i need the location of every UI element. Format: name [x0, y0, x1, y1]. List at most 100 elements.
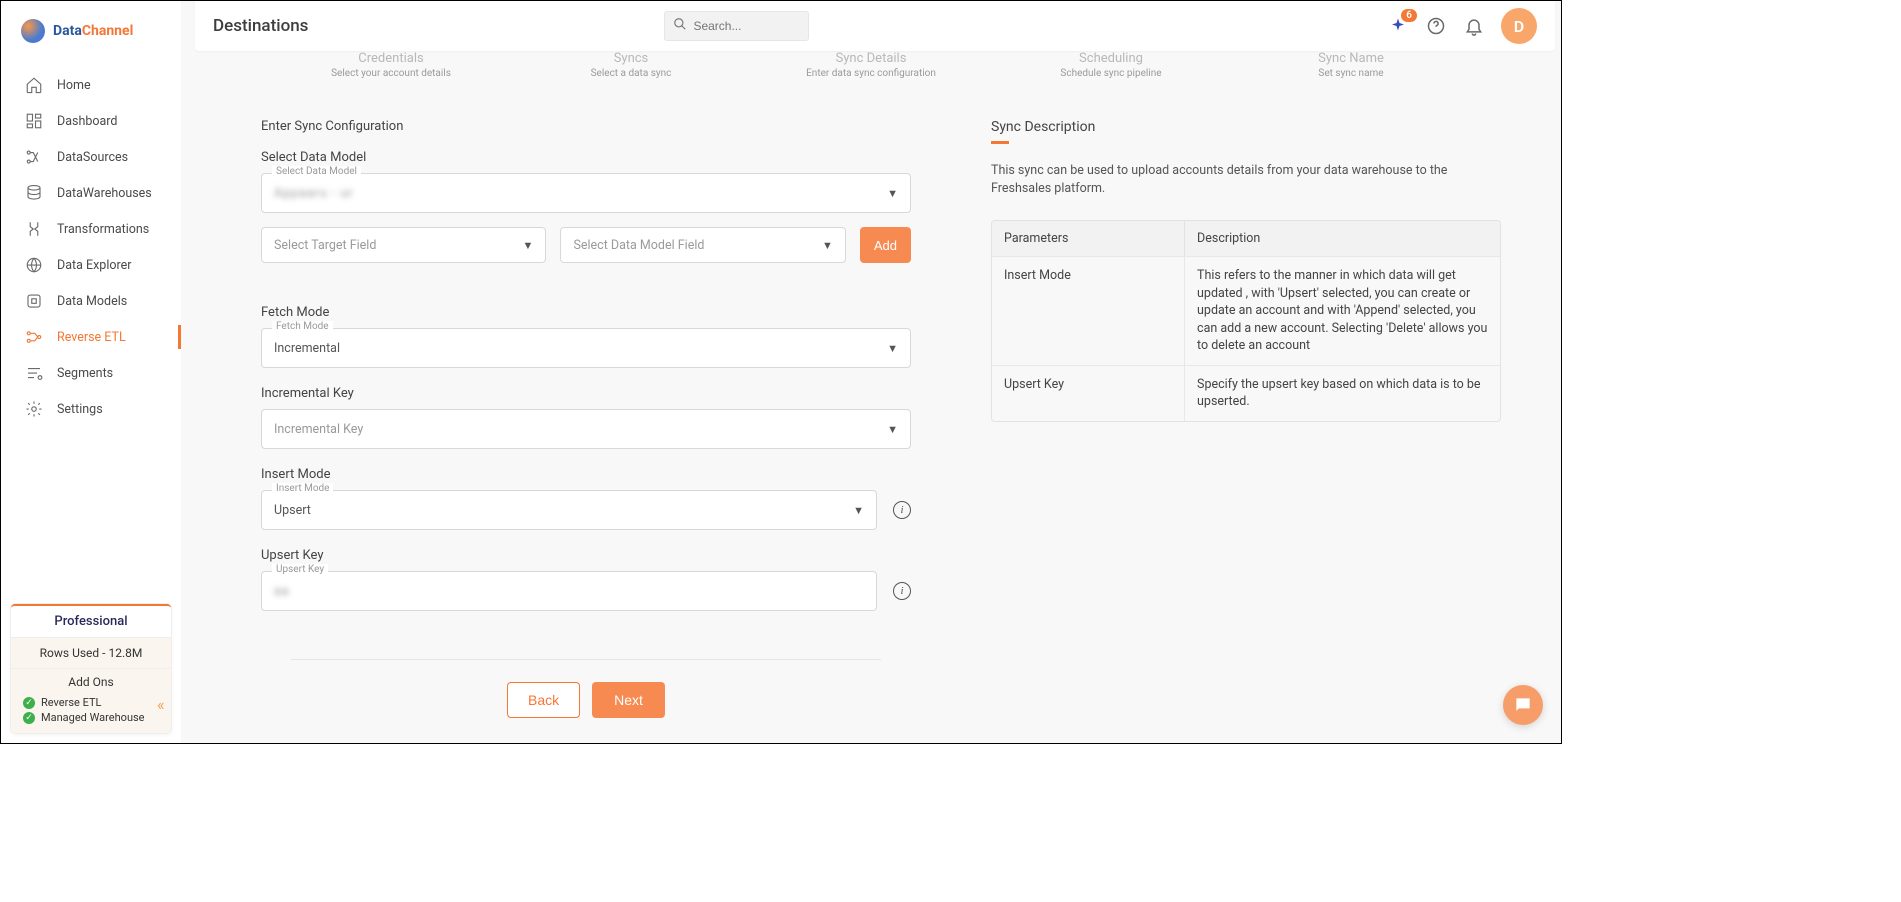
step-credentials: Credentials Select your account details: [271, 51, 511, 79]
select-target-field[interactable]: Select Target Field ▼: [261, 227, 546, 263]
desc-text: This sync can be used to upload accounts…: [991, 162, 1501, 198]
float-label: Upsert Key: [272, 564, 328, 575]
addon-row: ✓ Reverse ETL: [23, 695, 161, 710]
chevron-down-icon: ▼: [523, 239, 534, 252]
sidebar-item-settings[interactable]: Settings: [1, 391, 181, 427]
check-icon: ✓: [23, 712, 35, 724]
step-sync-details: Sync Details Enter data sync configurati…: [751, 51, 991, 79]
sidebar-item-label: Reverse ETL: [57, 330, 126, 345]
select-data-model-field[interactable]: Select Data Model Field ▼: [560, 227, 845, 263]
help-button[interactable]: [1425, 15, 1447, 37]
notification-badge: 6: [1401, 9, 1417, 22]
select-value: Appaaru - ur: [274, 186, 354, 201]
sidebar-collapse-button[interactable]: «: [157, 695, 175, 713]
float-label: Select Data Model: [272, 166, 361, 177]
sidebar-item-label: Home: [57, 78, 91, 93]
sidebar-item-datasources[interactable]: DataSources: [1, 139, 181, 175]
step-subtitle: Enter data sync configuration: [751, 68, 991, 79]
cell-param: Upsert Key: [992, 366, 1185, 421]
step-title: Credentials: [271, 51, 511, 66]
check-icon: ✓: [23, 697, 35, 709]
sidebar-item-label: Data Models: [57, 294, 127, 309]
sidebar-item-label: Data Explorer: [57, 258, 131, 273]
sidebar-item-label: Segments: [57, 366, 113, 381]
sidebar-item-data-explorer[interactable]: Data Explorer: [1, 247, 181, 283]
field-label-data-model: Select Data Model: [261, 150, 911, 165]
sidebar-item-datawarehouses[interactable]: DataWarehouses: [1, 175, 181, 211]
sidebar-item-label: DataSources: [57, 150, 128, 165]
back-button[interactable]: Back: [507, 682, 580, 718]
chevron-down-icon: ▼: [887, 342, 898, 355]
step-subtitle: Schedule sync pipeline: [991, 68, 1231, 79]
th-description: Description: [1185, 221, 1500, 256]
plan-addons-label: Add Ons: [11, 669, 171, 693]
step-subtitle: Select your account details: [271, 68, 511, 79]
select-fetch-mode[interactable]: Fetch Mode Incremental ▼: [261, 328, 911, 368]
step-title: Sync Details: [751, 51, 991, 66]
sidebar-item-segments[interactable]: Segments: [1, 355, 181, 391]
add-button[interactable]: Add: [860, 227, 911, 263]
select-incremental-key[interactable]: Incremental Key ▼: [261, 409, 911, 449]
float-label: Fetch Mode: [272, 321, 333, 332]
next-button[interactable]: Next: [592, 682, 665, 718]
float-label: Insert Mode: [272, 483, 333, 494]
field-label-insert-mode: Insert Mode: [261, 467, 911, 482]
step-title: Sync Name: [1231, 51, 1471, 66]
chevron-down-icon: ▼: [887, 187, 898, 200]
select-placeholder: Select Target Field: [274, 238, 376, 253]
step-title: Syncs: [511, 51, 751, 66]
desc-underline: [991, 141, 1009, 144]
sidebar-item-reverse-etl[interactable]: Reverse ETL: [1, 319, 181, 355]
sidebar-item-label: Transformations: [57, 222, 149, 237]
search-input[interactable]: [693, 19, 800, 33]
info-icon[interactable]: i: [893, 501, 911, 519]
bell-button[interactable]: [1463, 15, 1485, 37]
select-insert-mode[interactable]: Insert Mode Upsert ▼: [261, 490, 877, 530]
home-icon: [25, 76, 43, 94]
chat-fab[interactable]: [1503, 685, 1543, 725]
sidebar-item-home[interactable]: Home: [1, 67, 181, 103]
info-icon[interactable]: i: [893, 582, 911, 600]
sidebar-item-dashboard[interactable]: Dashboard: [1, 103, 181, 139]
step-title: Scheduling: [991, 51, 1231, 66]
gear-icon: [25, 400, 43, 418]
step-subtitle: Select a data sync: [511, 68, 751, 79]
page-title: Destinations: [213, 16, 308, 36]
sidebar-item-data-models[interactable]: Data Models: [1, 283, 181, 319]
parameters-table: Parameters Description Insert Mode This …: [991, 220, 1501, 422]
select-upsert-key[interactable]: Upsert Key aa ▼: [261, 571, 877, 611]
explorer-icon: [25, 256, 43, 274]
sidebar-item-transformations[interactable]: Transformations: [1, 211, 181, 247]
sidebar-item-label: Settings: [57, 402, 103, 417]
sidebar: DataChannel Home Dashboard DataSources D…: [1, 1, 181, 743]
search-input-wrap[interactable]: [664, 11, 809, 41]
topbar: Destinations 6 D: [195, 1, 1555, 51]
sidebar-nav: Home Dashboard DataSources DataWarehouse…: [1, 67, 181, 427]
cell-desc: This refers to the manner in which data …: [1185, 257, 1500, 365]
table-row: Insert Mode This refers to the manner in…: [992, 256, 1500, 365]
step-subtitle: Set sync name: [1231, 68, 1471, 79]
table-row: Upsert Key Specify the upsert key based …: [992, 365, 1500, 421]
plan-title: Professional: [11, 606, 171, 638]
addon-label: Managed Warehouse: [41, 711, 145, 724]
step-sync-name: Sync Name Set sync name: [1231, 51, 1471, 79]
sync-description-panel: Sync Description This sync can be used t…: [991, 119, 1501, 703]
whats-new-button[interactable]: 6: [1387, 15, 1409, 37]
reverse-etl-icon: [25, 328, 43, 346]
avatar[interactable]: D: [1501, 8, 1537, 44]
logo-text: DataChannel: [53, 23, 133, 39]
main: Destinations 6 D Credentials Select your: [181, 1, 1561, 743]
select-data-model[interactable]: Select Data Model Appaaru - ur ▼: [261, 173, 911, 213]
select-value: Incremental: [274, 341, 340, 356]
transformations-icon: [25, 220, 43, 238]
logo[interactable]: DataChannel: [1, 1, 181, 53]
sidebar-item-label: Dashboard: [57, 114, 117, 129]
cell-desc: Specify the upsert key based on which da…: [1185, 366, 1500, 421]
chevron-down-icon: ▼: [887, 423, 898, 436]
plan-addons-list: ✓ Reverse ETL ✓ Managed Warehouse: [11, 693, 171, 733]
select-value: Upsert: [274, 503, 311, 518]
datasources-icon: [25, 148, 43, 166]
dashboard-icon: [25, 112, 43, 130]
search-icon: [673, 17, 687, 35]
form-footer: Back Next: [291, 659, 881, 718]
